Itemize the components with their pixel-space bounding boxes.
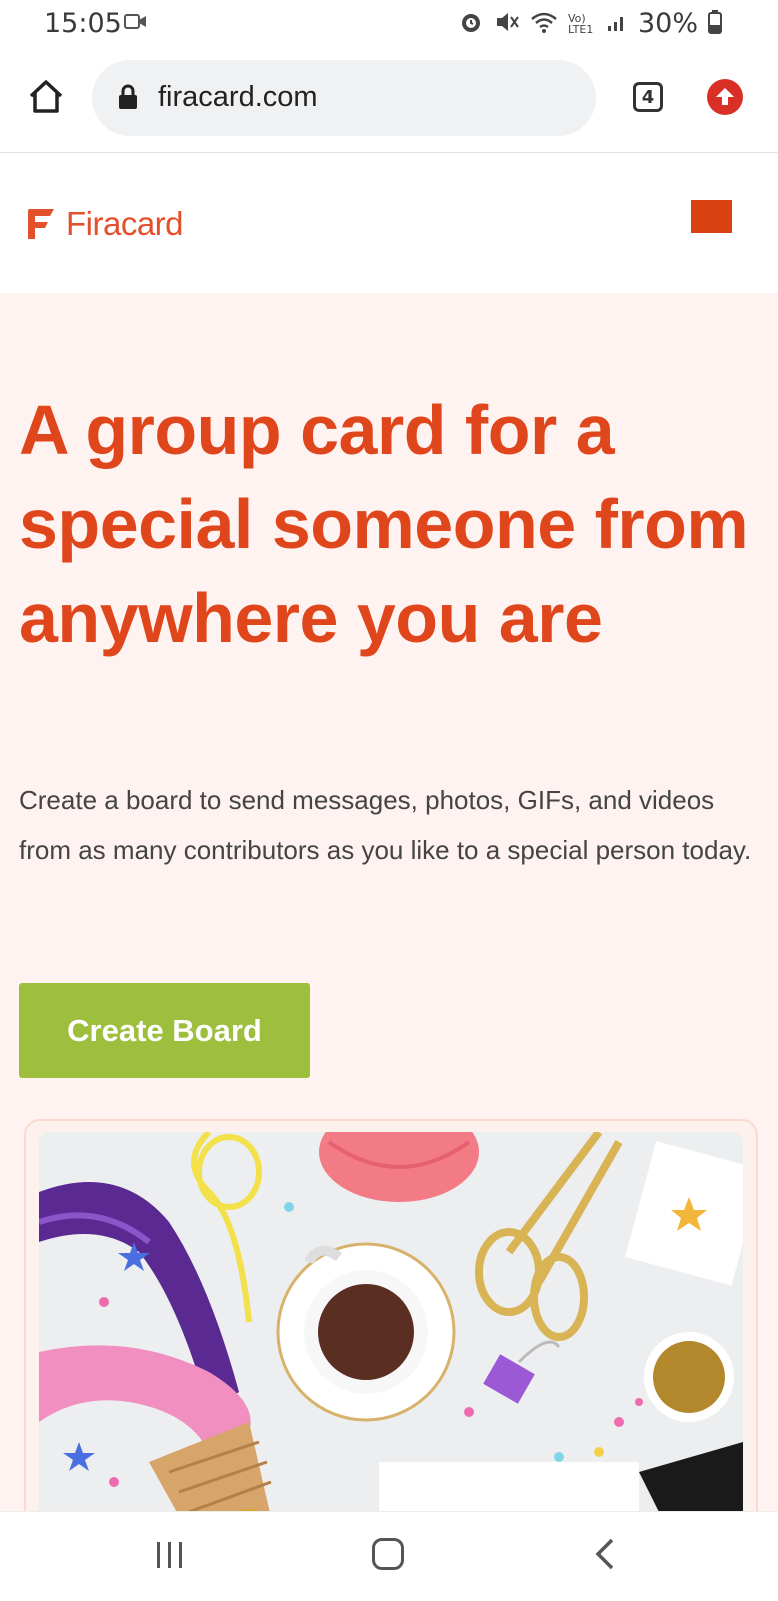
menu-button[interactable] (691, 200, 732, 233)
lte-icon: Vo) LTE1 (567, 11, 594, 36)
logo-text: Firacard (66, 205, 184, 242)
firacard-logo[interactable]: Firacard (26, 205, 184, 243)
hero-description: Create a board to send messages, photos,… (19, 785, 752, 865)
home-icon[interactable] (26, 76, 66, 116)
hero-image (39, 1132, 743, 1541)
video-call-icon (124, 12, 148, 36)
alarm-icon (458, 9, 484, 39)
lock-icon (118, 84, 138, 115)
hero-headline: A group card for a special someone from … (19, 391, 749, 657)
battery-percent: 30% (637, 8, 698, 39)
browser-toolbar: firacard.com 4 (0, 48, 778, 153)
url-text: firacard.com (158, 81, 318, 113)
hero-image-frame (24, 1119, 758, 1543)
logo-mark-icon (28, 209, 54, 239)
update-icon[interactable] (707, 79, 743, 115)
hero-section: A group card for a special someone from … (0, 293, 778, 1543)
home-nav-icon[interactable] (372, 1538, 404, 1570)
status-time: 15:05 (44, 8, 122, 39)
battery-icon (708, 9, 722, 38)
signal-icon (606, 11, 628, 37)
tabs-icon[interactable]: 4 (633, 82, 663, 112)
site-header: Firacard (0, 153, 778, 293)
status-icons: Vo) LTE1 30% (458, 8, 722, 39)
back-icon[interactable] (594, 1538, 616, 1575)
system-nav-bar (0, 1511, 778, 1601)
status-bar: 15:05 Vo) LTE1 30% (0, 0, 778, 48)
create-board-button[interactable]: Create Board (19, 983, 310, 1078)
address-bar[interactable]: firacard.com (92, 60, 596, 136)
recent-apps-icon[interactable] (155, 1542, 185, 1573)
mute-icon (494, 9, 520, 39)
wifi-icon (530, 10, 558, 38)
